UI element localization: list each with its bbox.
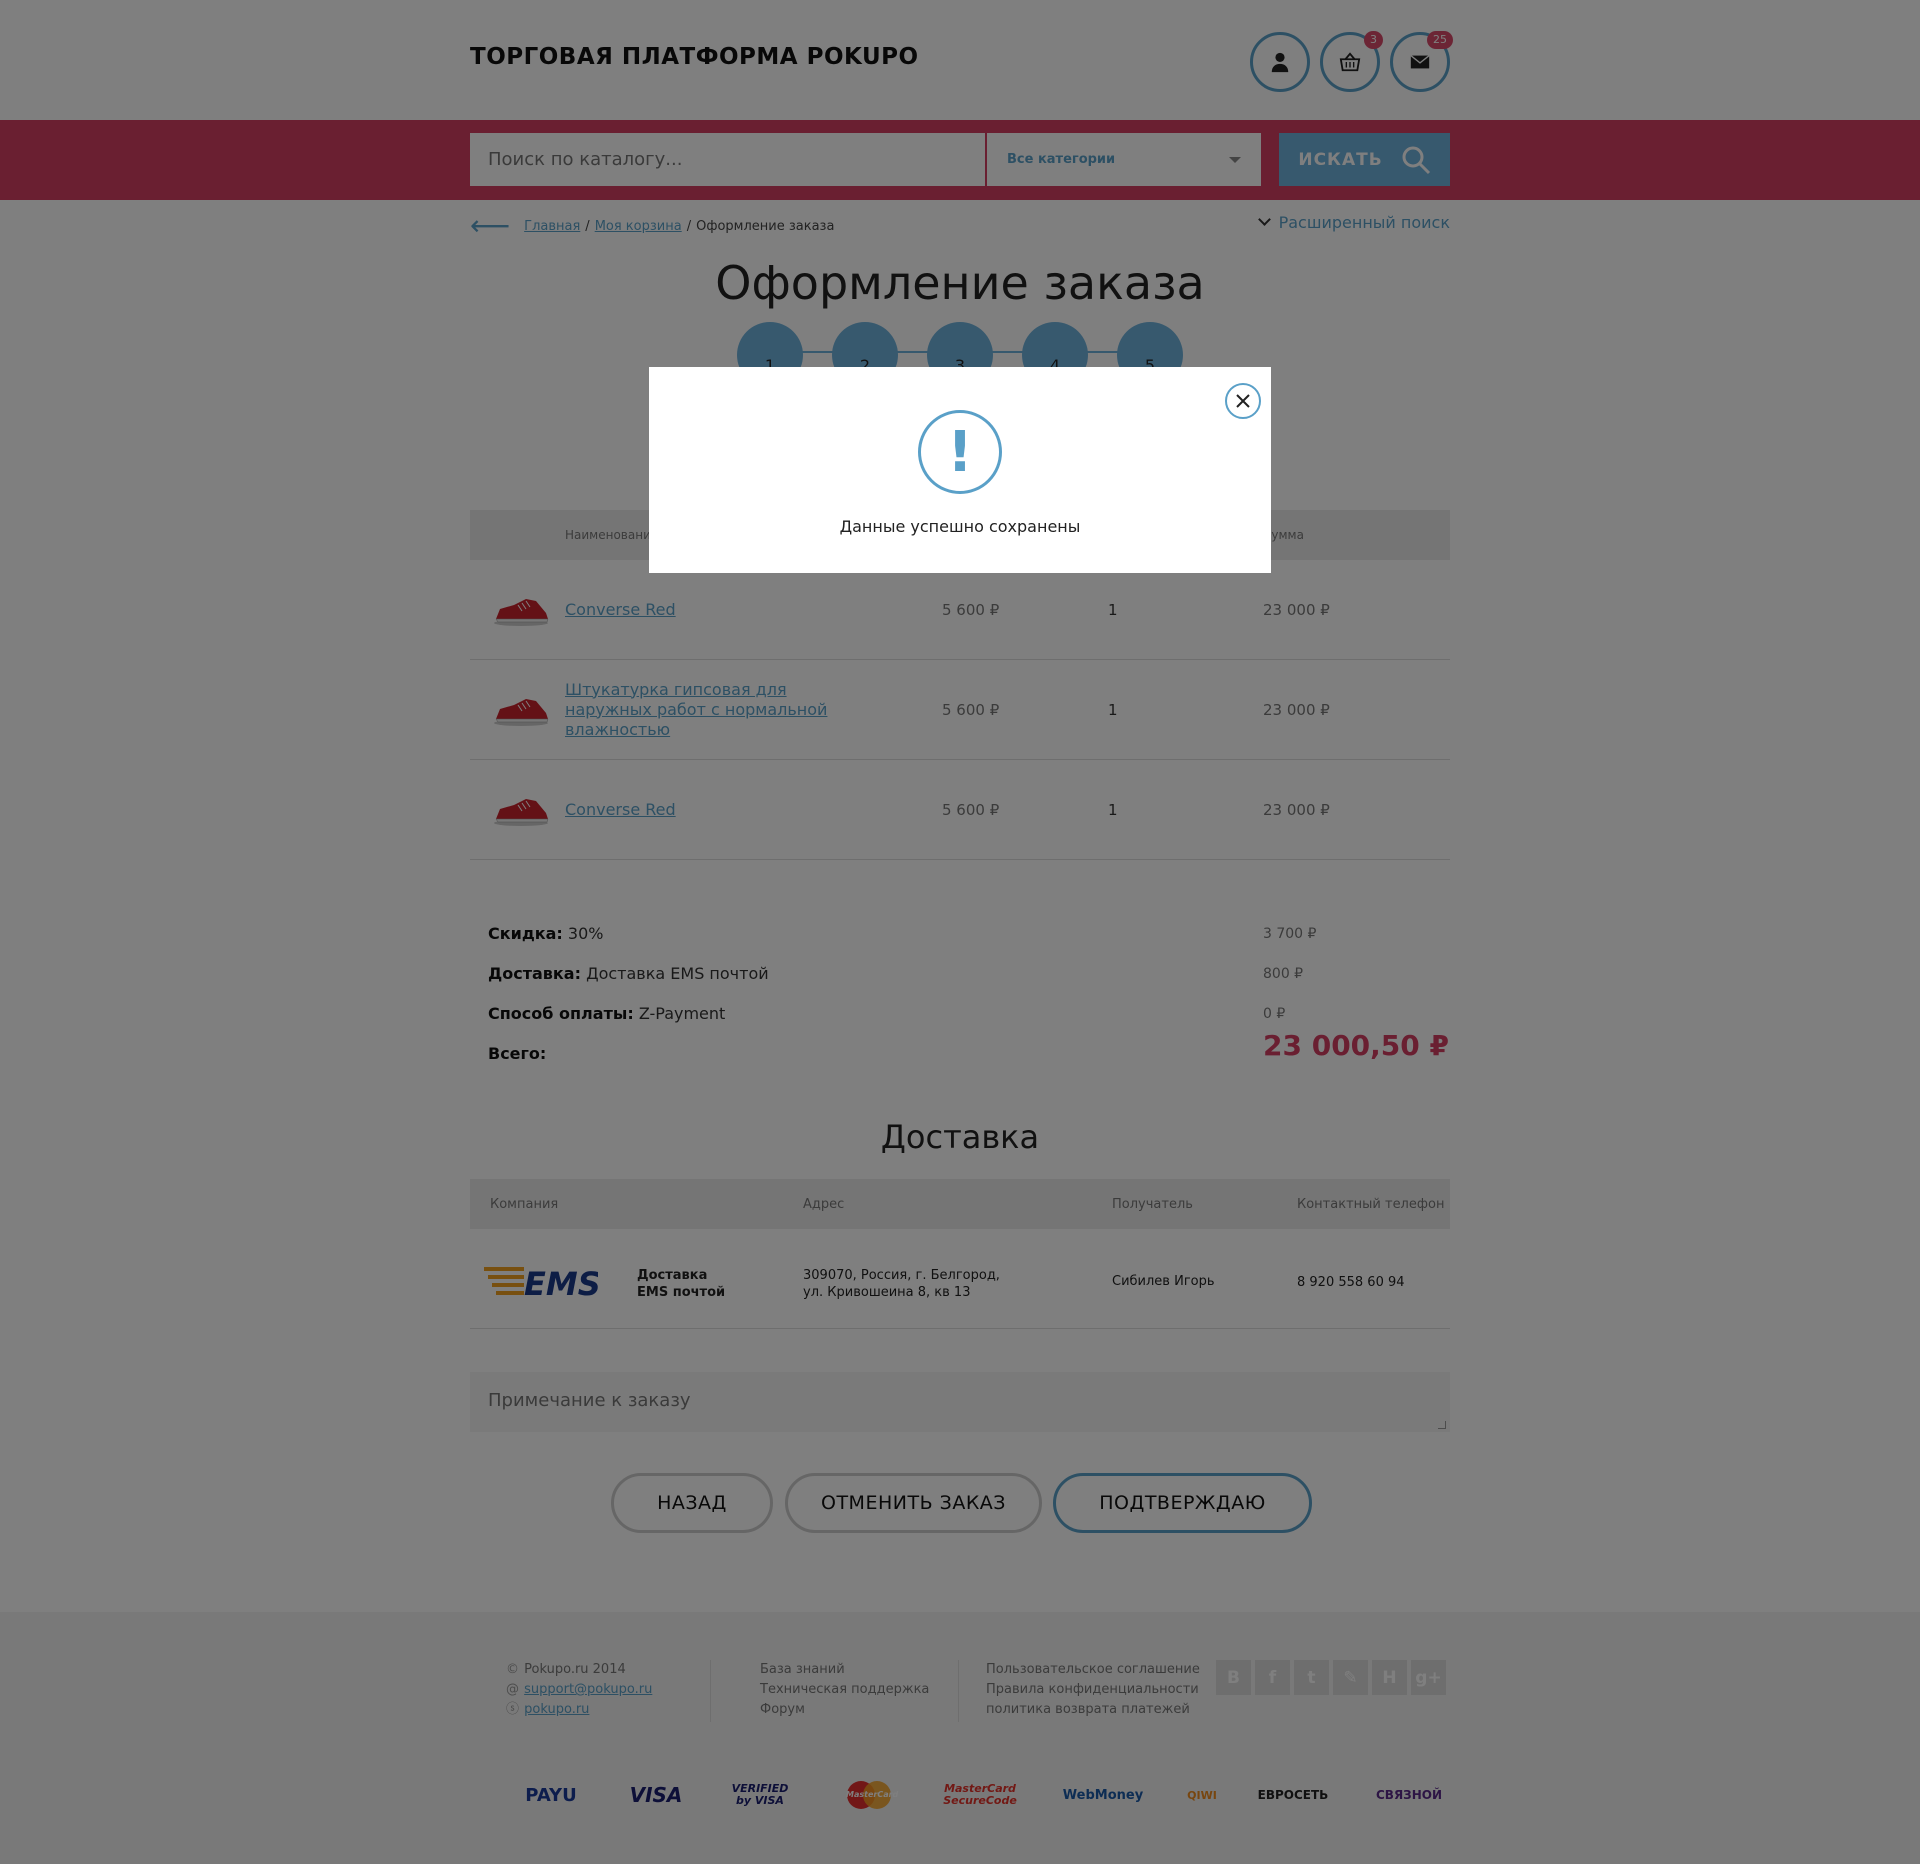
- close-icon: [1236, 394, 1250, 408]
- modal-overlay[interactable]: [0, 0, 1920, 1864]
- notification-modal: ! Данные успешно сохранены: [649, 367, 1271, 573]
- close-button[interactable]: [1225, 383, 1261, 419]
- exclamation-icon: !: [918, 410, 1002, 494]
- modal-message: Данные успешно сохранены: [839, 517, 1081, 536]
